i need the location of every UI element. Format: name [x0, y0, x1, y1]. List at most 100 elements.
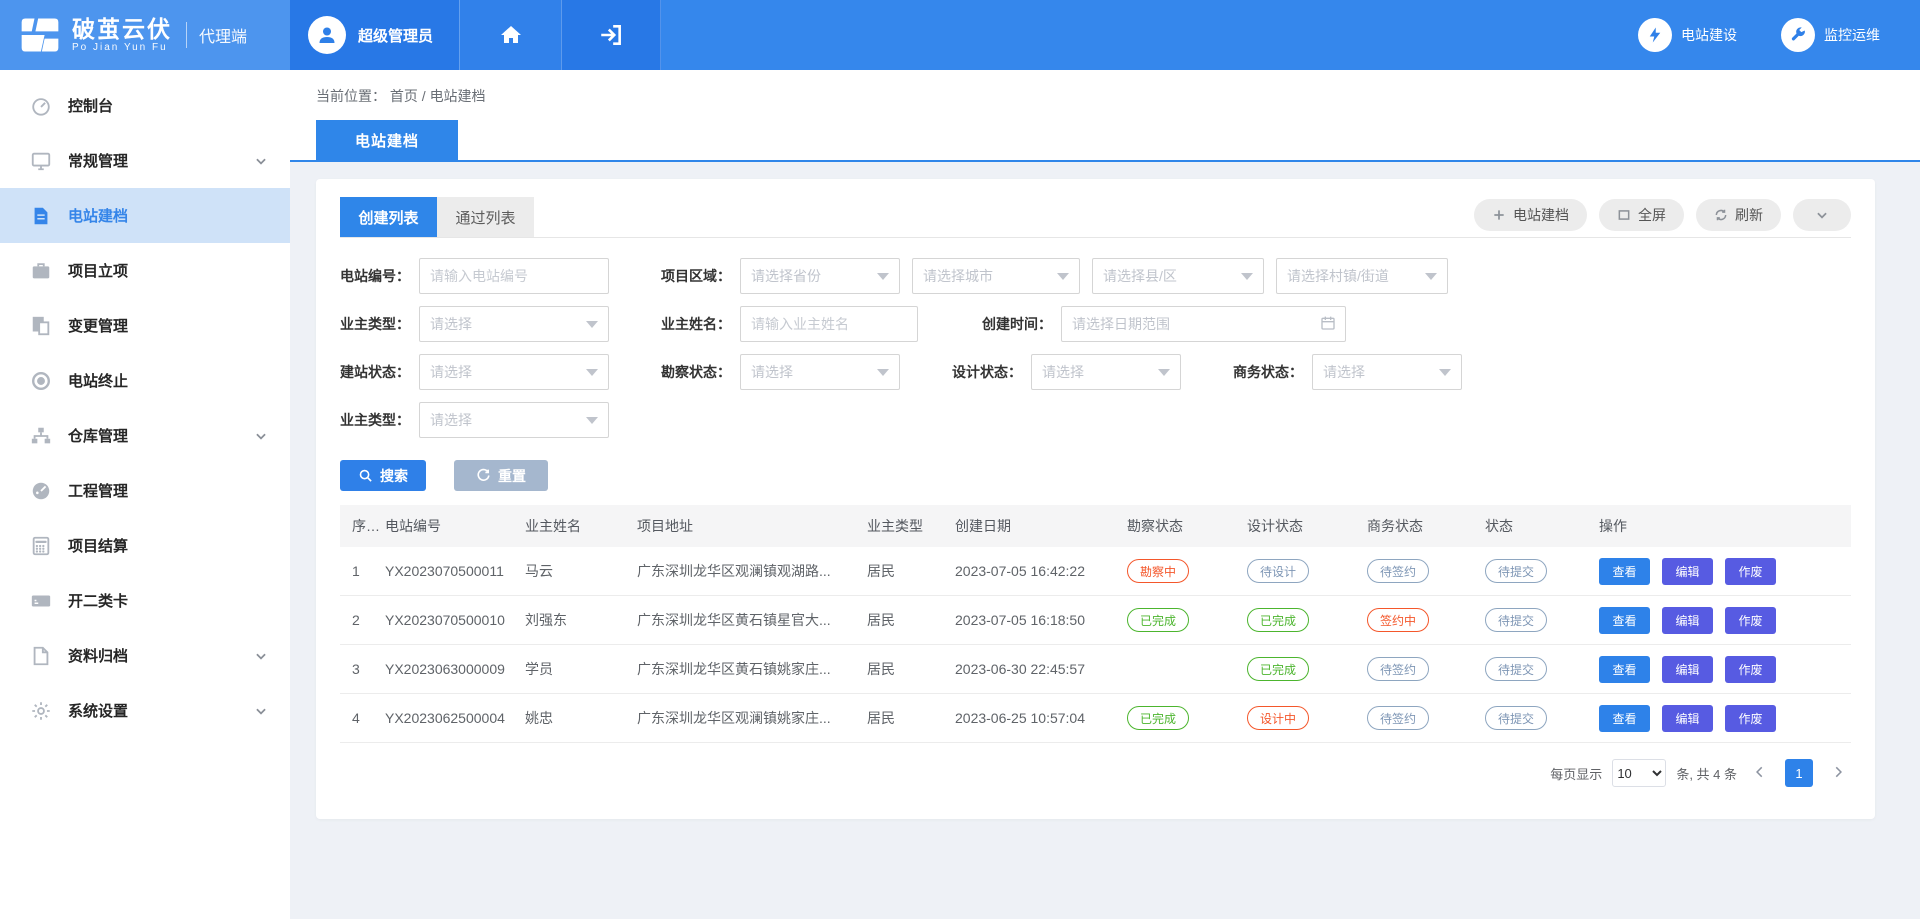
design-status-select[interactable]: 请选择: [1031, 354, 1181, 390]
survey-status-badge: 勘察中: [1127, 559, 1189, 583]
logout-button[interactable]: [561, 0, 661, 70]
copy-icon: [30, 315, 52, 337]
business-status-badge: 签约中: [1367, 608, 1429, 632]
col-header: 勘察状态: [1127, 516, 1247, 536]
cell-created-at: 2023-07-05 16:42:22: [955, 563, 1127, 579]
logout-icon: [598, 22, 624, 48]
city-select[interactable]: 请选择城市: [912, 258, 1080, 294]
next-page-button[interactable]: [1825, 764, 1851, 782]
prev-page-button[interactable]: [1747, 764, 1773, 782]
station-table: 序号 电站编号 业主姓名 项目地址 业主类型 创建日期 勘察状态 设计状态 商务…: [340, 505, 1851, 743]
sidebar-item-console[interactable]: 控制台: [0, 78, 290, 133]
caret-down-icon: [1057, 273, 1069, 280]
page-1-button[interactable]: 1: [1785, 759, 1813, 787]
chevron-right-icon: [1831, 765, 1845, 779]
sidebar-item-project-approval[interactable]: 项目立项: [0, 243, 290, 298]
edit-button[interactable]: 编辑: [1662, 607, 1713, 634]
tab-create-list[interactable]: 创建列表: [340, 197, 437, 237]
date-range-input[interactable]: 请选择日期范围: [1061, 306, 1346, 342]
filter-label: 业主姓名：: [661, 314, 731, 334]
cell-address: 广东深圳龙华区黄石镇星官大...: [637, 610, 867, 630]
void-button[interactable]: 作废: [1725, 705, 1776, 732]
select-placeholder: 请选择城市: [923, 266, 993, 286]
design-status-badge: 设计中: [1247, 706, 1309, 730]
nav-monitor-ops[interactable]: 监控运维: [1781, 18, 1880, 52]
brand: 破茧云伏 Po Jian Yun Fu 代理端: [0, 0, 290, 70]
filter-create-time: 创建时间： 请选择日期范围: [982, 306, 1346, 342]
cell-owner-type: 居民: [867, 561, 955, 581]
breadcrumb: 当前位置： 首页 / 电站建档: [290, 70, 1920, 120]
file-icon: [30, 645, 52, 667]
view-button[interactable]: 查看: [1599, 656, 1650, 683]
sidebar-item-change-mgmt[interactable]: 变更管理: [0, 298, 290, 353]
sidebar-item-engineering-mgmt[interactable]: 工程管理: [0, 463, 290, 518]
design-status-badge: 已完成: [1247, 608, 1309, 632]
filter-label: 项目区域：: [661, 266, 731, 286]
sitemap-icon: [30, 425, 52, 447]
cell-owner-name: 学员: [525, 659, 637, 679]
sidebar-item-station-terminate[interactable]: 电站终止: [0, 353, 290, 408]
refresh-icon: [1714, 208, 1728, 222]
create-station-button[interactable]: 电站建档: [1474, 199, 1587, 231]
owner-type-select[interactable]: 请选择: [419, 306, 609, 342]
filter-region: 项目区域： 请选择省份 请选择城市 请选择县/区 请选择村镇/街道: [661, 258, 1448, 294]
nav-station-build[interactable]: 电站建设: [1638, 18, 1737, 52]
per-page-select[interactable]: 10: [1612, 759, 1666, 787]
owner-name-input[interactable]: [740, 306, 918, 342]
sidebar-item-project-settlement[interactable]: 项目结算: [0, 518, 290, 573]
toolbar-label: 电站建档: [1513, 205, 1569, 225]
sidebar-item-warehouse-mgmt[interactable]: 仓库管理: [0, 408, 290, 463]
breadcrumb-home-link[interactable]: 首页: [390, 88, 418, 104]
refresh-button[interactable]: 刷新: [1696, 199, 1781, 231]
sidebar-item-data-archive[interactable]: 资料归档: [0, 628, 290, 683]
sidebar-item-station-archive[interactable]: 电站建档: [0, 188, 290, 243]
cell-station-no: YX2023063000009: [385, 661, 525, 677]
sidebar-item-label: 系统设置: [68, 700, 254, 721]
col-header: 商务状态: [1367, 516, 1485, 536]
search-button[interactable]: 搜索: [340, 460, 426, 491]
document-icon: [30, 205, 52, 227]
edit-button[interactable]: 编辑: [1662, 656, 1713, 683]
collapse-toolbar-button[interactable]: [1793, 199, 1851, 231]
filter-form: 电站编号： 项目区域： 请选择省份 请选择城市 请选择县/区 请选择村镇/街道: [340, 238, 1851, 491]
caret-down-icon: [877, 273, 889, 280]
user-menu[interactable]: 超级管理员: [290, 0, 459, 70]
business-status-select[interactable]: 请选择: [1312, 354, 1462, 390]
district-select[interactable]: 请选择县/区: [1092, 258, 1264, 294]
sidebar-item-general-mgmt[interactable]: 常规管理: [0, 133, 290, 188]
void-button[interactable]: 作废: [1725, 558, 1776, 585]
view-button[interactable]: 查看: [1599, 607, 1650, 634]
station-archive-card: 创建列表 通过列表 电站建档 全屏: [316, 179, 1875, 819]
build-status-select[interactable]: 请选择: [419, 354, 609, 390]
calendar-icon: [1320, 315, 1336, 334]
tab-passed-list[interactable]: 通过列表: [437, 197, 534, 237]
sidebar-item-open-card[interactable]: 开二类卡: [0, 573, 290, 628]
sidebar-item-label: 电站终止: [68, 370, 268, 391]
cell-address: 广东深圳龙华区黄石镇姚家庄...: [637, 659, 867, 679]
street-select[interactable]: 请选择村镇/街道: [1276, 258, 1448, 294]
void-button[interactable]: 作废: [1725, 656, 1776, 683]
nav-label: 电站建设: [1681, 25, 1737, 45]
brand-subtitle: Po Jian Yun Fu: [72, 42, 172, 53]
table-row: 1 YX2023070500011 马云 广东深圳龙华区观澜镇观湖路... 居民…: [340, 547, 1851, 596]
province-select[interactable]: 请选择省份: [740, 258, 900, 294]
sidebar-item-label: 仓库管理: [68, 425, 254, 446]
edit-button[interactable]: 编辑: [1662, 705, 1713, 732]
page-tab-station-archive[interactable]: 电站建档: [316, 120, 458, 160]
dashboard-icon: [30, 480, 52, 502]
void-button[interactable]: 作废: [1725, 607, 1776, 634]
input-placeholder: 请选择日期范围: [1072, 314, 1170, 334]
view-button[interactable]: 查看: [1599, 705, 1650, 732]
total-count-label: 条, 共 4 条: [1676, 764, 1737, 783]
topbar: 破茧云伏 Po Jian Yun Fu 代理端 超级管理员: [0, 0, 1920, 70]
fullscreen-button[interactable]: 全屏: [1599, 199, 1684, 231]
home-button[interactable]: [459, 0, 561, 70]
sidebar-item-system-settings[interactable]: 系统设置: [0, 683, 290, 738]
reset-button[interactable]: 重置: [454, 460, 548, 491]
station-no-input[interactable]: [419, 258, 609, 294]
filter-label: 创建时间：: [982, 314, 1052, 334]
survey-status-select[interactable]: 请选择: [740, 354, 900, 390]
edit-button[interactable]: 编辑: [1662, 558, 1713, 585]
view-button[interactable]: 查看: [1599, 558, 1650, 585]
owner-type-2-select[interactable]: 请选择: [419, 402, 609, 438]
